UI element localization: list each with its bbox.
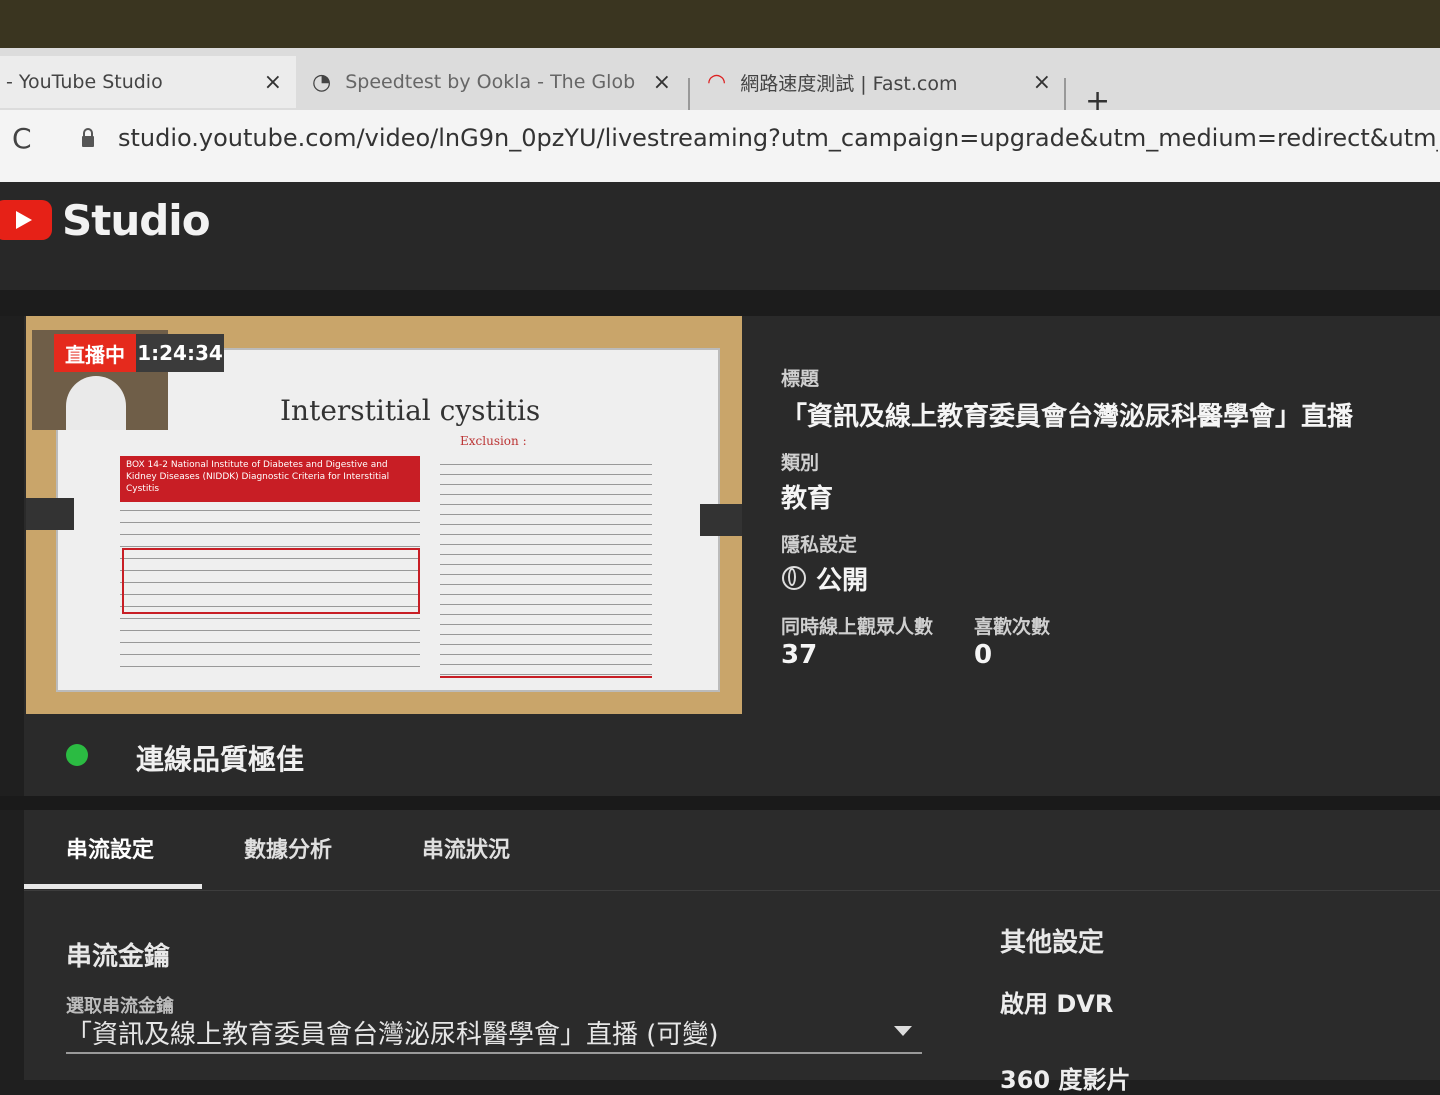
youtube-play-icon[interactable] xyxy=(0,200,52,240)
slide-list xyxy=(440,460,652,678)
other-settings-heading: 其他設定 xyxy=(1000,928,1105,958)
gauge-icon: ◔ xyxy=(312,69,332,95)
monitor-bezel xyxy=(0,0,1440,50)
tab-stream-settings[interactable]: 串流設定 xyxy=(66,832,154,864)
status-dot-icon xyxy=(66,744,88,766)
tab-speedtest[interactable]: ◔ Speedtest by Ookla - The Glob × xyxy=(300,56,685,108)
globe-icon xyxy=(782,566,806,590)
video-bar xyxy=(700,504,742,536)
category-value: 教育 xyxy=(781,484,834,514)
viewers-label: 同時線上觀眾人數 xyxy=(781,616,934,638)
close-icon[interactable]: × xyxy=(264,70,282,95)
header-gap xyxy=(0,290,1440,316)
speedometer-icon: ◠ xyxy=(707,69,727,95)
tab-title: - YouTube Studio xyxy=(6,71,163,93)
title-value: 「資訊及線上教育委員會台灣泌尿科醫學會」直播 xyxy=(781,402,1354,432)
slide-highlight xyxy=(122,548,420,614)
tab-title: Speedtest by Ookla - The Glob xyxy=(345,71,636,93)
tab-analytics[interactable]: 數據分析 xyxy=(244,832,332,864)
stream-key-heading: 串流金鑰 xyxy=(66,942,171,972)
privacy-value: 公開 xyxy=(816,566,869,596)
title-label: 標題 xyxy=(781,368,820,390)
tab-fast-com[interactable]: ◠ 網路速度測試 | Fast.com × xyxy=(695,56,1065,108)
slide-subtitle: Exclusion : xyxy=(460,434,527,448)
select-underline xyxy=(66,1052,922,1054)
slide-title: Interstitial cystitis xyxy=(280,394,541,427)
lock-icon xyxy=(82,128,94,147)
tab-title: 網路速度測試 | Fast.com xyxy=(740,72,958,95)
viewers-value: 37 xyxy=(781,640,818,670)
close-icon[interactable]: × xyxy=(653,70,671,95)
video-bar xyxy=(26,498,74,530)
live-badge: 直播中 xyxy=(54,334,136,372)
active-tab-indicator xyxy=(24,884,202,889)
close-icon[interactable]: × xyxy=(1033,70,1051,95)
section-gap xyxy=(0,796,1440,810)
brand-title[interactable]: Studio xyxy=(62,196,211,245)
category-label: 類別 xyxy=(781,452,820,474)
elapsed-time: 1:24:34 xyxy=(136,334,224,372)
reload-icon[interactable]: C xyxy=(12,122,32,155)
360-video-option[interactable]: 360 度影片 xyxy=(1000,1060,1130,1095)
stream-key-select[interactable]: 「資訊及線上教育委員會台灣泌尿科醫學會」直播 (可變) xyxy=(66,1014,719,1051)
connection-quality: 連線品質極佳 xyxy=(136,743,305,776)
likes-label: 喜歡次數 xyxy=(974,616,1051,638)
privacy-label: 隱私設定 xyxy=(781,534,858,556)
tab-stream-health[interactable]: 串流狀況 xyxy=(422,832,510,864)
likes-value: 0 xyxy=(974,640,993,670)
tab-youtube-studio[interactable]: - YouTube Studio × xyxy=(0,56,296,108)
enable-dvr-option[interactable]: 啟用 DVR xyxy=(1000,984,1113,1019)
chevron-down-icon[interactable] xyxy=(894,1026,912,1036)
slide-box-heading: BOX 14-2 National Institute of Diabetes … xyxy=(120,456,420,502)
studio-header xyxy=(0,182,1440,290)
divider xyxy=(24,890,1440,891)
url-field[interactable]: studio.youtube.com/video/lnG9n_0pzYU/liv… xyxy=(118,124,1438,152)
